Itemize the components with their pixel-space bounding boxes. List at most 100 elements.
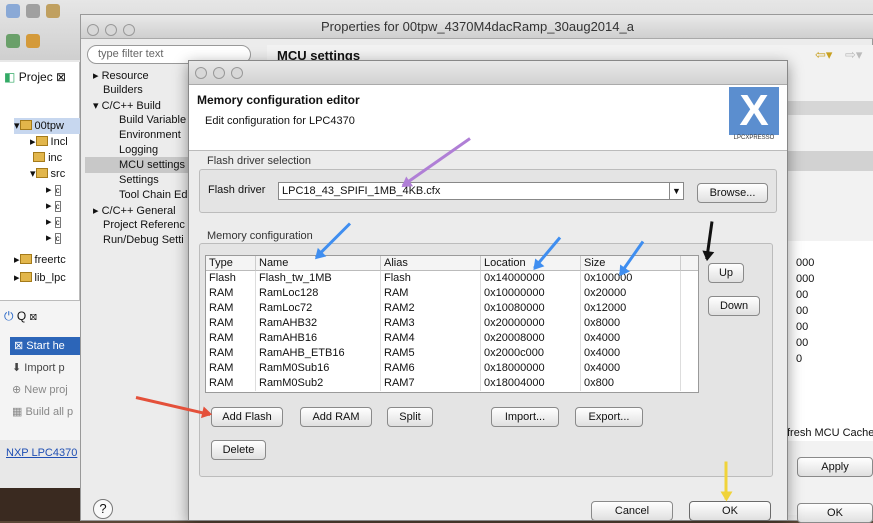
table-cell-type[interactable]: RAM (206, 301, 256, 316)
table-cell-name[interactable]: RamM0Sub16 (256, 361, 381, 376)
table-cell-alias[interactable]: RAM5 (381, 346, 481, 361)
table-cell-type[interactable]: Flash (206, 271, 256, 286)
project-explorer-tab[interactable]: ◧ Projec ⊠ (4, 70, 66, 84)
table-cell-alias[interactable]: Flash (381, 271, 481, 286)
table-cell-name[interactable]: RamAHB16 (256, 331, 381, 346)
table-cell-alias[interactable]: RAM4 (381, 331, 481, 346)
window-controls[interactable] (87, 20, 141, 44)
nav-build-variables[interactable]: Build Variable (119, 114, 186, 126)
maximize-icon[interactable] (231, 67, 243, 79)
nav-cpp-general[interactable]: ▸ C/C++ General (93, 204, 176, 217)
table-cell-location[interactable]: 0x10000000 (481, 286, 581, 301)
flash-driver-select[interactable]: LPC18_43_SPIFI_1MB_4KB.cfx ▼ (278, 182, 684, 200)
tree-item-src[interactable]: ▾ src (30, 166, 65, 182)
refresh-mcu-cache-button[interactable]: fresh MCU Cache (787, 427, 873, 439)
table-cell-location[interactable]: 0x14000000 (481, 271, 581, 286)
new-icon[interactable] (6, 4, 20, 18)
close-icon[interactable]: ⊠ (30, 309, 38, 323)
tree-item-file[interactable]: ▸ c (46, 230, 61, 246)
table-cell-name[interactable]: RamAHB32 (256, 316, 381, 331)
wand-icon[interactable] (26, 34, 40, 48)
table-cell-type[interactable]: RAM (206, 316, 256, 331)
chevron-down-icon[interactable]: ▼ (669, 183, 683, 199)
close-icon[interactable]: ⊠ (56, 70, 66, 84)
dialog-window-controls[interactable] (195, 67, 249, 82)
forward-arrow-icon[interactable]: ⇨▾ (845, 47, 862, 63)
tree-item-includes[interactable]: ▸ Incl (30, 134, 68, 150)
tree-item-file[interactable]: ▸ c (46, 182, 61, 198)
column-header-alias[interactable]: Alias (381, 256, 481, 271)
table-cell-size[interactable]: 0x4000 (581, 361, 681, 376)
table-cell-name[interactable]: RamLoc128 (256, 286, 381, 301)
tree-item-freertos[interactable]: ▸ freertc (14, 252, 66, 268)
nav-run-debug-settings[interactable]: Run/Debug Setti (103, 234, 184, 246)
table-cell-name[interactable]: RamAHB_ETB16 (256, 346, 381, 361)
export-button[interactable]: Export... (575, 407, 643, 427)
quickstart-start-here[interactable]: ⊠ Start he (10, 337, 80, 355)
table-cell-type[interactable]: RAM (206, 286, 256, 301)
table-cell-location[interactable]: 0x20000000 (481, 316, 581, 331)
table-cell-size[interactable]: 0x8000 (581, 316, 681, 331)
column-header-type[interactable]: Type (206, 256, 256, 271)
close-icon[interactable] (87, 24, 99, 36)
browse-button[interactable]: Browse... (697, 183, 768, 203)
table-cell-alias[interactable]: RAM (381, 286, 481, 301)
close-icon[interactable] (195, 67, 207, 79)
nav-settings[interactable]: Settings (119, 174, 159, 186)
build-icon[interactable] (46, 4, 60, 18)
table-cell-alias[interactable]: RAM6 (381, 361, 481, 376)
quickstart-import[interactable]: ⬇ Import p (12, 361, 65, 374)
nav-logging[interactable]: Logging (119, 144, 158, 156)
table-cell-size[interactable]: 0x4000 (581, 346, 681, 361)
ok-button[interactable]: OK (689, 501, 771, 521)
nav-resource[interactable]: ▸ Resource (93, 69, 149, 82)
table-cell-location[interactable]: 0x10080000 (481, 301, 581, 316)
tree-item-file[interactable]: ▸ c (46, 214, 61, 230)
tree-item-file[interactable]: ▸ c (46, 198, 61, 214)
import-icon[interactable] (6, 34, 20, 48)
import-button[interactable]: Import... (491, 407, 559, 427)
table-cell-location[interactable]: 0x2000c000 (481, 346, 581, 361)
table-cell-size[interactable]: 0x4000 (581, 331, 681, 346)
table-cell-name[interactable]: RamM0Sub2 (256, 376, 381, 391)
table-cell-location[interactable]: 0x18004000 (481, 376, 581, 391)
nav-project-references[interactable]: Project Referenc (103, 219, 185, 231)
add-flash-button[interactable]: Add Flash (211, 407, 283, 427)
tree-item-project[interactable]: ▾ 00tpw (14, 118, 80, 134)
minimize-icon[interactable] (105, 24, 117, 36)
split-button[interactable]: Split (387, 407, 433, 427)
table-cell-location[interactable]: 0x20008000 (481, 331, 581, 346)
delete-button[interactable]: Delete (211, 440, 266, 460)
minimize-icon[interactable] (213, 67, 225, 79)
tree-item-lib[interactable]: ▸ lib_lpc (14, 270, 66, 286)
help-icon[interactable]: ? (93, 499, 113, 519)
nav-mcu-settings[interactable]: MCU settings (85, 157, 189, 173)
table-cell-name[interactable]: Flash_tw_1MB (256, 271, 381, 286)
table-cell-size[interactable]: 0x800 (581, 376, 681, 391)
table-cell-type[interactable]: RAM (206, 346, 256, 361)
table-cell-size[interactable]: 0x12000 (581, 301, 681, 316)
nav-cpp-build[interactable]: ▾ C/C++ Build (93, 99, 161, 112)
quickstart-new-project[interactable]: ⊕ New proj (12, 383, 68, 396)
save-icon[interactable] (26, 4, 40, 18)
properties-ok-button[interactable]: OK (797, 503, 873, 523)
add-ram-button[interactable]: Add RAM (300, 407, 372, 427)
table-cell-alias[interactable]: RAM3 (381, 316, 481, 331)
table-cell-location[interactable]: 0x18000000 (481, 361, 581, 376)
table-cell-type[interactable]: RAM (206, 361, 256, 376)
status-link[interactable]: NXP LPC4370 (6, 447, 77, 459)
up-button[interactable]: Up (708, 263, 744, 283)
table-cell-type[interactable]: RAM (206, 376, 256, 391)
table-cell-type[interactable]: RAM (206, 331, 256, 346)
table-cell-alias[interactable]: RAM7 (381, 376, 481, 391)
apply-button[interactable]: Apply (797, 457, 873, 477)
nav-tool-chain-editor[interactable]: Tool Chain Ed (119, 189, 188, 201)
nav-builders[interactable]: Builders (103, 84, 143, 96)
tree-item-inc[interactable]: inc (30, 150, 62, 166)
table-cell-size[interactable]: 0x20000 (581, 286, 681, 301)
maximize-icon[interactable] (123, 24, 135, 36)
back-arrow-icon[interactable]: ⇦▾ (815, 47, 832, 63)
table-cell-alias[interactable]: RAM2 (381, 301, 481, 316)
cancel-button[interactable]: Cancel (591, 501, 673, 521)
down-button[interactable]: Down (708, 296, 760, 316)
